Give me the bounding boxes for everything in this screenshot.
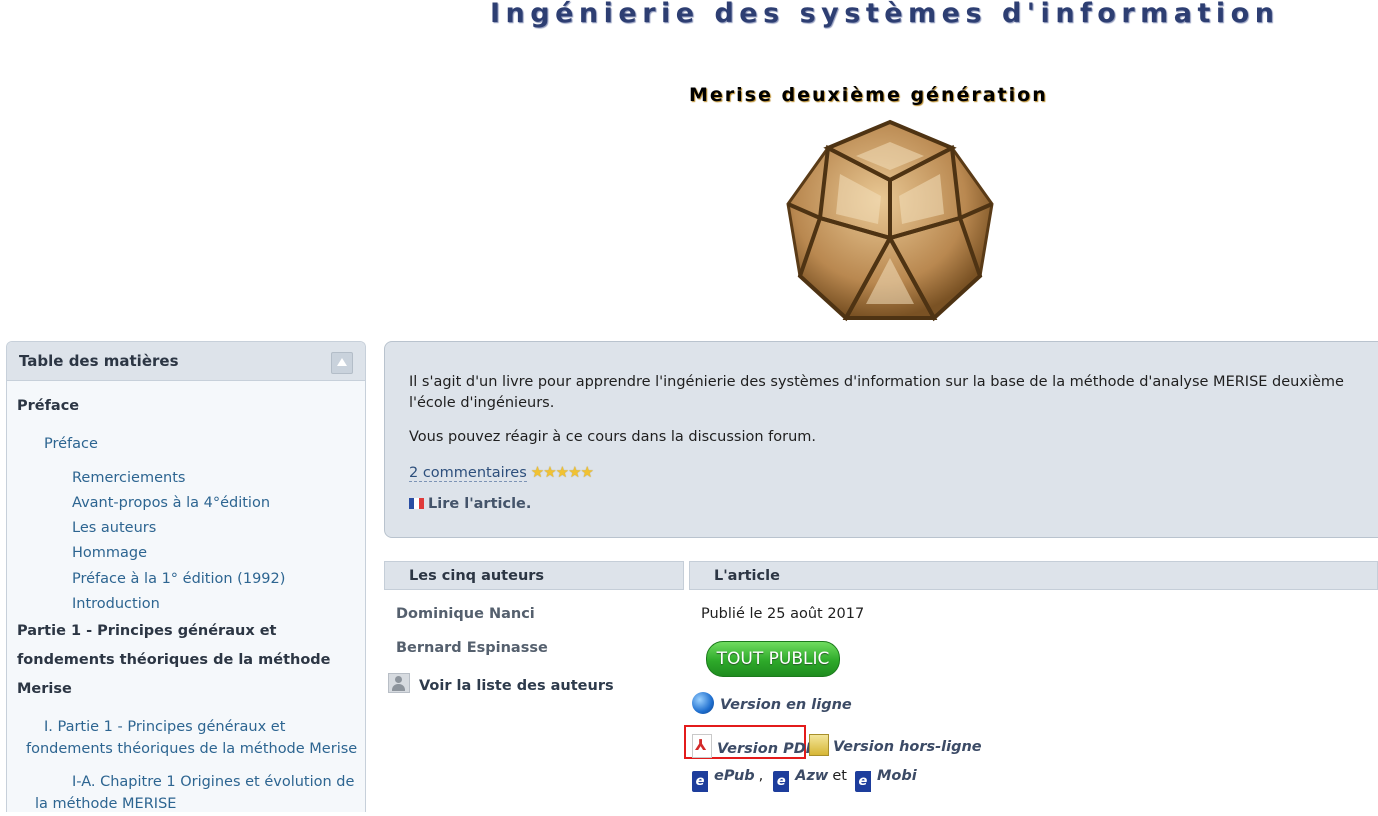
mobi-link[interactable]: e Mobi [854,768,917,792]
pdf-icon [692,734,712,758]
author-bernard-espinasse[interactable]: Bernard Espinasse [396,640,548,656]
read-article-label: Lire l'article. [428,496,532,512]
person-icon [388,673,410,693]
online-version-label: Version en ligne [720,697,852,713]
table-of-contents: Table des matières Préface Préface Remer… [6,341,366,812]
author-dominique-nanci[interactable]: Dominique Nanci [396,606,535,622]
toc-item-chapitre-1[interactable]: I-A. Chapitre 1 Origines et évolution de… [35,771,361,812]
audience-badge: TOUT PUBLIC [706,641,840,677]
description-text: Il s'agit d'un livre pour apprendre l'in… [409,372,1378,414]
description-line-1: Il s'agit d'un livre pour apprendre l'in… [409,374,1344,390]
rating-stars-icon: ★★★★★ [530,463,594,481]
ebook-formats-row: e ePub, e Azw et e Mobi [692,768,917,792]
ebook-icon: e [773,771,790,792]
archive-icon [809,734,829,756]
french-flag-icon [409,498,424,509]
toc-item-preface-part[interactable]: Préface [17,398,79,414]
azw-link[interactable]: e Azw [773,768,829,792]
online-version-link[interactable]: Version en ligne [692,692,852,714]
pdf-version-label: Version PDF [717,741,816,757]
collapse-up-icon[interactable] [331,352,353,374]
article-section-header: L'article [689,561,1378,590]
comments-link[interactable]: 2 commentaires [409,465,527,482]
toc-item-partie-1[interactable]: Partie 1 - Principes généraux et fondeme… [17,617,347,704]
toc-header: Table des matières [7,342,365,381]
publication-date: Publié le 25 août 2017 [701,606,865,622]
read-article-link[interactable]: Lire l'article. [409,496,531,512]
book-title: Merise deuxième génération [689,84,1048,106]
ebook-icon: e [854,771,871,792]
azw-label: Azw [795,768,829,784]
separator-comma: , [758,768,764,784]
mobi-label: Mobi [876,768,917,784]
toc-item-introduction[interactable]: Introduction [72,596,160,612]
toc-item-partie-1-chapter[interactable]: I. Partie 1 - Principes généraux et fond… [26,716,361,760]
toc-item-preface-1992[interactable]: Préface à la 1° édition (1992) [72,571,285,587]
comments-row: 2 commentaires ★★★★★ [409,463,594,482]
toc-item-hommage[interactable]: Hommage [72,545,147,561]
separator-et: et [832,768,847,784]
toc-item-les-auteurs[interactable]: Les auteurs [72,520,156,536]
epub-label: ePub [714,768,755,784]
description-panel: Il s'agit d'un livre pour apprendre l'in… [384,341,1378,538]
toc-item-preface[interactable]: Préface [44,436,98,452]
description-line-2: l'école d'ingénieurs. [409,395,555,411]
toc-item-remerciements[interactable]: Remerciements [72,470,185,486]
globe-icon [692,692,714,714]
authors-list-label: Voir la liste des auteurs [419,678,614,694]
offline-version-link[interactable]: Version hors-ligne [809,734,982,756]
toc-item-avant-propos[interactable]: Avant-propos à la 4°édition [72,495,270,511]
authors-section-header: Les cinq auteurs [384,561,684,590]
toc-title: Table des matières [19,352,179,370]
site-title: Ingénierie des systèmes d'information [490,0,1280,29]
book-cover-image [786,119,994,322]
forum-text: Vous pouvez réagir à ce cours dans la di… [409,429,816,445]
pdf-version-link[interactable]: Version PDF [692,734,816,758]
authors-list-link[interactable]: Voir la liste des auteurs [388,673,614,694]
offline-version-label: Version hors-ligne [833,739,982,755]
epub-link[interactable]: e ePub [692,768,755,792]
ebook-icon: e [692,771,708,792]
